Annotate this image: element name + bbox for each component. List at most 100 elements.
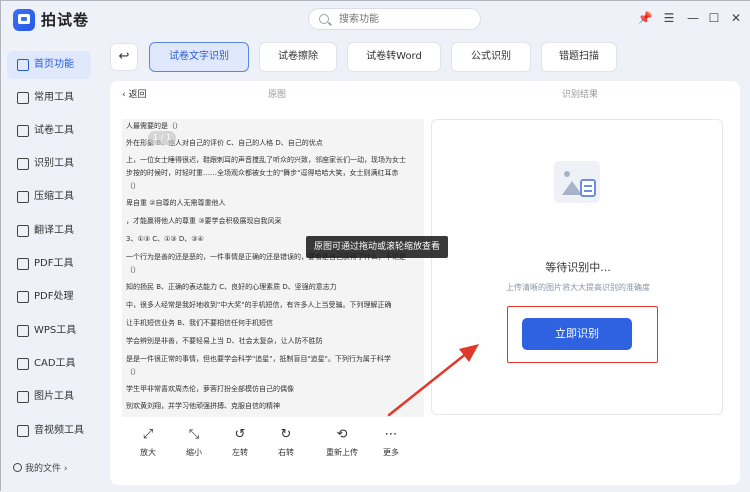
tab-paper-to-word[interactable]: 试卷转Word <box>347 42 441 72</box>
preview-tooltip: 原图可通过拖动或滚轮缩放查看 <box>306 236 448 258</box>
doc-line: 是是一件很正常的事情，但也要学会科学"追星"，抵制盲目"追星"。下列行为属于科学 <box>126 355 391 363</box>
wps-icon <box>17 325 29 337</box>
start-recognition-button[interactable]: 立即识别 <box>522 318 632 350</box>
tab-wrong-question-scan[interactable]: 错题扫描 <box>541 42 617 72</box>
pin-icon[interactable]: 📌 <box>637 10 653 26</box>
waiting-text: 等待识别中... <box>545 261 611 274</box>
sidebar-item-label: 常用工具 <box>34 92 74 103</box>
image-icon <box>17 391 29 403</box>
search-input[interactable] <box>339 12 469 27</box>
home-icon <box>17 59 29 71</box>
more-icon: ⋯ <box>384 427 398 442</box>
tab-formula-ocr[interactable]: 公式识别 <box>451 42 531 72</box>
sidebar-item-common-tools[interactable]: 常用工具 <box>7 84 91 112</box>
close-button[interactable]: ✕ <box>728 10 744 26</box>
minimize-button[interactable]: — <box>685 10 701 26</box>
cad-icon <box>17 358 29 370</box>
sidebar-item-label: 试卷工具 <box>34 125 74 136</box>
sidebar-item-label: CAD工具 <box>34 358 76 369</box>
doc-line: 卑自重 ②自尊的人无需尊重他人 <box>126 199 226 207</box>
result-panel: 等待识别中... 上传清晰的图片将大大提高识别的准确度 立即识别 <box>431 119 723 415</box>
scan-icon <box>17 158 29 170</box>
back-button[interactable]: ↩ <box>110 43 138 71</box>
rotate-left-label: 左转 <box>232 448 248 457</box>
scan-doc-shape <box>580 179 596 197</box>
hint-text: 上传清晰的图片将大大提高识别的准确度 <box>506 283 650 292</box>
doc-line: 3、①③ C、①③ D、③④ <box>126 235 204 243</box>
sidebar-item-translate-tools[interactable]: 翻译工具 <box>7 217 91 245</box>
sidebar-item-label: 识别工具 <box>34 158 74 169</box>
compress-icon <box>17 191 29 203</box>
app-title: 拍试卷 <box>41 11 90 29</box>
back-link[interactable]: ‹ 返回 <box>122 87 146 100</box>
sidebar-item-image-tools[interactable]: 图片工具 <box>7 383 91 411</box>
maximize-button[interactable]: ☐ <box>706 10 722 26</box>
zoom-out-icon: ⤡ <box>188 427 200 442</box>
sidebar-item-label: WPS工具 <box>34 325 77 336</box>
doc-line: 别欢黄刘翔，并学习他顽强拼搏、克服自信的精神 <box>126 402 280 410</box>
doc-line: 学会辨别是非善，不要轻易上当 D、社会太复杂，让人防不胜防 <box>126 337 323 345</box>
doc-line: 步按的时候时，时轻时重……全场观众都被女士的"舞步"逗得哈哈大笑，女士则满红耳赤 <box>126 169 399 177</box>
image-scan-icon <box>554 161 600 203</box>
doc-line: 上，一位女士睡得很迟，鞋跟刺耳的声音搅乱了听众的兴致，邻座家长们一动，现场为女士 <box>126 156 406 164</box>
sidebar-item-wps-tools[interactable]: WPS工具 <box>7 317 91 345</box>
document-preview[interactable]: 人最需要的是（） 外在形象 B、他人对自己的评价 C、自己的人格 D、自己的优点… <box>122 119 424 417</box>
doc-line: 让手机短信业务 B、我们不要相信任何手机短信 <box>126 319 274 327</box>
doc-line: （） <box>126 368 140 376</box>
sidebar-item-compress-tools[interactable]: 压缩工具 <box>7 183 91 211</box>
rotate-left-icon: ↺ <box>234 427 246 442</box>
sidebar-item-paper-tools[interactable]: 试卷工具 <box>7 117 91 145</box>
sidebar-item-label: PDF处理 <box>34 291 74 302</box>
panel-header: ‹ 返回 原图 识别结果 <box>110 81 740 103</box>
my-files-link[interactable]: 我的文件 › <box>13 461 67 474</box>
app-logo-icon <box>13 9 35 31</box>
sidebar: 首页功能 常用工具 试卷工具 识别工具 压缩工具 翻译工具 PDF工具 PDF处… <box>1 43 96 492</box>
sidebar-item-pdf-tools[interactable]: PDF工具 <box>7 250 91 278</box>
doc-line: 人最需要的是（） <box>126 122 182 130</box>
main-panel: ‹ 返回 原图 识别结果 人最需要的是（） 外在形象 B、他人对自己的评价 C、… <box>110 81 740 485</box>
more-button[interactable]: ⋯ 更多 <box>375 427 407 458</box>
sidebar-item-pdf-process[interactable]: PDF处理 <box>7 283 91 311</box>
reupload-button[interactable]: ⟲ 重新上传 <box>322 427 362 458</box>
zoom-out-button[interactable]: ⤡ 缩小 <box>178 427 210 458</box>
pdf-process-icon <box>17 291 29 303</box>
my-files-label: 我的文件 › <box>25 464 68 474</box>
search-box[interactable] <box>308 8 481 30</box>
sun-shape <box>564 171 570 177</box>
title-bar: 拍试卷 📌 ☰ — ☐ ✕ <box>1 1 749 37</box>
sidebar-item-media-tools[interactable]: 音视频工具 <box>7 417 91 445</box>
rotate-left-button[interactable]: ↺ 左转 <box>224 427 256 458</box>
pdf-icon <box>17 258 29 270</box>
zoom-in-button[interactable]: ⤢ 放大 <box>132 427 164 458</box>
doc-line: ，才能赢得他人的尊重 ③要学会积极展现自我风采 <box>126 217 282 225</box>
search-icon <box>319 14 329 24</box>
sidebar-item-label: 翻译工具 <box>34 225 74 236</box>
reupload-label: 重新上传 <box>326 448 358 457</box>
sidebar-item-label: 首页功能 <box>34 59 74 70</box>
reupload-icon: ⟲ <box>336 427 348 442</box>
paper-icon <box>17 125 29 137</box>
rotate-right-button[interactable]: ↻ 右转 <box>270 427 302 458</box>
tab-paper-ocr[interactable]: 试卷文字识别 <box>149 42 249 72</box>
rotate-right-label: 右转 <box>278 448 294 457</box>
doc-line: （） <box>126 182 140 190</box>
page-indicator: 1 / 1 <box>148 131 176 145</box>
sidebar-item-cad-tools[interactable]: CAD工具 <box>7 350 91 378</box>
sidebar-item-home[interactable]: 首页功能 <box>7 51 91 79</box>
doc-line: 知的扬民 B、正确的表达能力 C、良好的心理素质 D、坚强的意志力 <box>126 283 337 291</box>
sidebar-item-label: 压缩工具 <box>34 191 74 202</box>
sidebar-item-label: 图片工具 <box>34 391 74 402</box>
mountain-shape <box>562 181 582 195</box>
tab-paper-erase[interactable]: 试卷擦除 <box>259 42 337 72</box>
result-label: 识别结果 <box>562 90 599 100</box>
zoom-in-label: 放大 <box>140 448 156 457</box>
media-icon <box>17 425 29 437</box>
zoom-in-icon: ⤢ <box>142 427 154 442</box>
sidebar-item-label: 音视频工具 <box>34 425 84 436</box>
zoom-out-label: 缩小 <box>186 448 202 457</box>
file-icon <box>13 463 22 472</box>
sidebar-item-recognition-tools[interactable]: 识别工具 <box>7 150 91 178</box>
doc-line: 学生甲非常喜欢周杰伦，萝蓉打扮全部模仿自己的偶像 <box>126 385 294 393</box>
more-label: 更多 <box>383 448 399 457</box>
menu-icon[interactable]: ☰ <box>661 10 677 26</box>
